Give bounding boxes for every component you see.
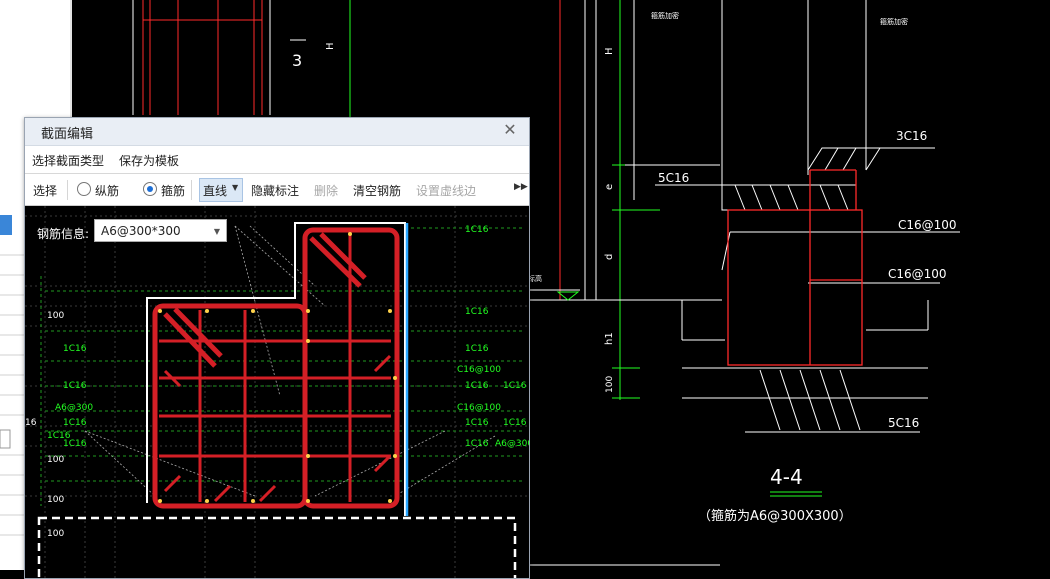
annotation-1c16: 1C16	[465, 381, 489, 391]
annotation-1c16: 1C16	[63, 418, 87, 428]
section-label-3: 3	[292, 51, 302, 70]
annotation-1c16: 1C16	[465, 307, 489, 317]
dimension-16: 16	[25, 418, 37, 428]
left-panel-selected-row	[0, 215, 12, 235]
annotation-c16-at100: C16@100	[457, 365, 501, 375]
close-icon[interactable]: ✕	[501, 120, 519, 140]
dialog-title: 截面编辑	[41, 127, 94, 142]
canvas-dimensions: 100 100 100 100 16	[25, 311, 64, 539]
rebar-label-5c16-top: 5C16	[658, 171, 689, 185]
annotation-1c16: 1C16	[465, 225, 489, 235]
annotation-1c16: 1C16	[465, 344, 489, 354]
select-section-type-menu[interactable]: 选择截面类型	[32, 152, 104, 169]
rebar-label-c16-at100-b: C16@100	[888, 267, 947, 281]
rebar-label-5c16-bottom: 5C16	[888, 416, 919, 430]
toolbar-separator	[67, 180, 68, 200]
elev-note-3: 标高	[528, 274, 542, 283]
annotation-1c16: 1C16	[47, 431, 71, 441]
lower-section-outline	[37, 516, 517, 578]
section-drawing[interactable]: 1C16 1C16 1C16 C16@100 1C16 1C16 C16@100…	[25, 206, 529, 578]
annotation-1c16: 1C16	[465, 418, 489, 428]
toolbar-overflow-icon[interactable]: ▶▶	[514, 182, 528, 192]
longitudinal-radio[interactable]	[77, 182, 91, 196]
select-tool-button[interactable]: 选择	[33, 182, 57, 199]
canvas-grid	[25, 206, 529, 578]
annotation-1c16: 1C16	[503, 381, 527, 391]
dim-label-d: d	[604, 254, 615, 260]
column-elevation-left	[142, 0, 263, 115]
section-4-4	[655, 147, 960, 433]
line-mode-label[interactable]: 直线	[203, 182, 227, 199]
dim-label-100: 100	[605, 376, 615, 393]
dim-label-H-right: H	[604, 47, 615, 55]
dimension-lines	[40, 227, 525, 506]
dim-label-h1: h1	[604, 332, 615, 345]
set-dashed-edge-button[interactable]: 设置虚线边	[416, 182, 476, 199]
rebar-info-value: A6@300*300	[101, 224, 181, 238]
chevron-down-icon[interactable]: ▼	[214, 220, 220, 243]
chevron-down-icon[interactable]: ▼	[232, 183, 238, 192]
dimension-100: 100	[47, 311, 64, 321]
rebar-label-3c16: 3C16	[896, 129, 927, 143]
hide-annotation-button[interactable]: 隐藏标注	[251, 182, 299, 199]
section-edit-canvas[interactable]: 1C16 1C16 1C16 C16@100 1C16 1C16 C16@100…	[25, 206, 529, 578]
dimension-100: 100	[47, 529, 64, 539]
elev-note-2: 箍筋加密	[880, 17, 908, 26]
annotation-c16-at100: C16@100	[457, 403, 501, 413]
annotation-a6-at300: A6@300	[55, 403, 93, 413]
delete-button[interactable]: 删除	[314, 182, 338, 199]
dimension-100: 100	[47, 495, 64, 505]
stirrup-note: （箍筋为A6@300X300）	[698, 508, 852, 524]
longitudinal-radio-label[interactable]: 纵筋	[95, 182, 119, 199]
rebar-info-label: 钢筋信息:	[37, 227, 90, 241]
annotation-1c16: 1C16	[63, 344, 87, 354]
elevation-white-lines	[132, 0, 306, 115]
section-outline	[146, 222, 406, 516]
stirrup-radio[interactable]	[143, 182, 157, 196]
stirrups[interactable]	[152, 227, 400, 509]
rebar-label-c16-at100-a: C16@100	[898, 218, 957, 232]
rebar-info-select[interactable]: A6@300*300 ▼	[94, 219, 227, 242]
save-as-template-menu[interactable]: 保存为模板	[119, 152, 179, 169]
dim-label-H-left: H	[325, 42, 336, 50]
annotation-1c16: 1C16	[465, 439, 489, 449]
dialog-titlebar[interactable]: 截面编辑 ✕	[25, 118, 529, 146]
dialog-toolbar: 选择 纵筋 箍筋 直线 ▼ 隐藏标注 删除 清空钢筋 设置虚线边 ▶▶	[25, 174, 529, 206]
annotation-a6-at300: A6@300	[495, 439, 529, 449]
dialog-menubar: 选择截面类型 保存为模板	[25, 146, 529, 174]
annotation-1c16: 1C16	[503, 418, 527, 428]
dim-label-e: e	[604, 184, 615, 190]
toolbar-separator	[191, 180, 192, 200]
section-title-4-4: 4-4	[770, 465, 803, 489]
elev-note-1: 箍筋加密	[651, 11, 679, 20]
dimension-100: 100	[47, 455, 64, 465]
annotation-1c16: 1C16	[63, 381, 87, 391]
stirrup-radio-label[interactable]: 箍筋	[161, 182, 185, 199]
section-edit-dialog: 截面编辑 ✕ 选择截面类型 保存为模板 选择 纵筋 箍筋 直线 ▼ 隐藏标注 删…	[24, 117, 530, 579]
clear-rebar-button[interactable]: 清空钢筋	[353, 182, 401, 199]
